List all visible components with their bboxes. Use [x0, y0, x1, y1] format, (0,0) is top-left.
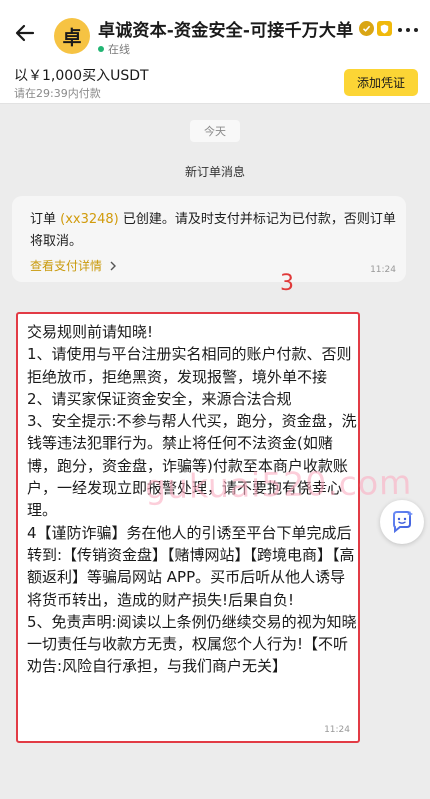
more-dots-icon[interactable]	[398, 28, 418, 36]
ai-assistant-button[interactable]	[380, 500, 424, 544]
order-summary: 以￥1,000买入USDT	[14, 68, 149, 84]
view-payment-details-link[interactable]: 查看支付详情	[30, 257, 117, 274]
online-dot-icon	[98, 46, 104, 52]
message-timestamp: 11:24	[324, 725, 350, 735]
order-bar: 以￥1,000买入USDT 请在29:39内付款 添加凭证	[0, 64, 430, 104]
ai-assistant-icon	[393, 511, 413, 534]
online-status: 在线	[98, 41, 130, 57]
date-divider: 今天	[190, 120, 240, 142]
status-label: 在线	[108, 43, 130, 56]
back-arrow-icon[interactable]	[14, 22, 36, 44]
system-message-title: 新订单消息	[184, 165, 245, 179]
order-created-text: 订单 (xx3248) 已创建。请及时支付并标记为已付款，否则订单将取消。	[30, 209, 396, 253]
merchant-message-bubble[interactable]: 交易规则前请知晓! 1、请使用与平台注册实名相同的账户付款、否则拒绝放币，拒绝黑…	[16, 312, 360, 743]
card-text-prefix: 订单	[30, 212, 61, 227]
shield-badge-icon	[377, 21, 393, 36]
merchant-title[interactable]: 卓诚资本-资金安全-可接千万大单	[98, 16, 353, 41]
view-payment-details-label: 查看支付详情	[30, 259, 103, 273]
order-created-card: 订单 (xx3248) 已创建。请及时支付并标记为已付款，否则订单将取消。 查看…	[12, 196, 406, 282]
card-timestamp: 11:24	[370, 265, 396, 275]
chevron-right-icon	[110, 261, 117, 270]
verified-icon	[359, 21, 375, 36]
order-id[interactable]: (xx3248)	[60, 212, 119, 227]
annotation-number: 3	[280, 271, 294, 296]
chat-header: 卓 卓诚资本-资金安全-可接千万大单 在线	[0, 0, 430, 64]
merchant-message-text: 交易规则前请知晓! 1、请使用与平台注册实名相同的账户付款、否则拒绝放币，拒绝黑…	[27, 323, 357, 676]
title-row: 卓诚资本-资金安全-可接千万大单	[98, 16, 393, 41]
avatar[interactable]: 卓	[54, 18, 90, 54]
add-proof-button[interactable]: 添加凭证	[344, 69, 418, 96]
payment-deadline: 请在29:39内付款	[14, 87, 101, 100]
